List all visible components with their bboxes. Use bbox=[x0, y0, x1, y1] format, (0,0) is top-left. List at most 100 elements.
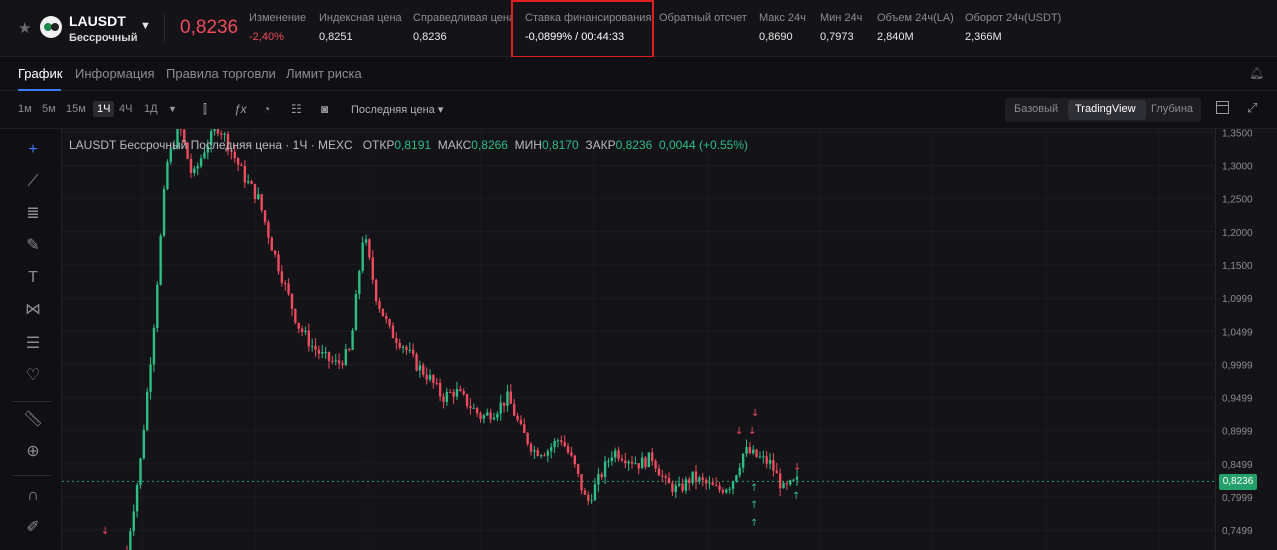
candle-body bbox=[327, 352, 331, 362]
favorite-star-icon[interactable]: ★ bbox=[18, 19, 31, 37]
timeframe-15m[interactable]: 15м bbox=[66, 103, 86, 115]
candle-body bbox=[452, 392, 455, 397]
ruler-icon[interactable]: 📏︎ bbox=[22, 409, 44, 431]
timeframe-4h[interactable]: 4Ч bbox=[119, 103, 132, 115]
candle-body bbox=[250, 181, 253, 184]
stat-value-fair-price: 0,8236 bbox=[413, 31, 447, 43]
candle-body bbox=[667, 477, 671, 484]
candle-body bbox=[566, 446, 570, 453]
candle-body bbox=[307, 330, 311, 347]
camera-icon[interactable]: ◙ bbox=[321, 102, 328, 116]
candle-body bbox=[772, 460, 775, 471]
trend-line-icon[interactable]: ⟋ bbox=[22, 171, 44, 193]
stat-label-volume-24h: Объем 24ч(LA) bbox=[877, 12, 954, 24]
layout-icon[interactable] bbox=[1216, 101, 1229, 114]
timeframe-5m[interactable]: 5м bbox=[42, 103, 56, 115]
candle-body bbox=[570, 452, 573, 456]
trade-marker-arrow: ↑ bbox=[750, 500, 758, 511]
zoom-in-icon[interactable]: ⊕ bbox=[22, 441, 44, 463]
candle-body bbox=[398, 342, 401, 348]
view-tradingview[interactable]: TradingView bbox=[1075, 103, 1136, 115]
timeframe-1m[interactable]: 1м bbox=[18, 103, 32, 115]
candle-body bbox=[435, 382, 438, 384]
candle-body bbox=[449, 391, 452, 393]
fullscreen-icon[interactable]: ⤢ bbox=[1247, 100, 1257, 116]
candle-body bbox=[132, 511, 135, 532]
candle-body bbox=[240, 164, 243, 166]
candlestick-chart[interactable]: ↓ ↓ ↓ ↓ ↓ ↑ ↑ ↑ ↑ bbox=[62, 129, 1215, 550]
crosshair-icon[interactable]: + bbox=[22, 139, 44, 161]
view-depth[interactable]: Глубина bbox=[1151, 103, 1193, 115]
lock-pencil-icon[interactable]: ✐ bbox=[22, 517, 44, 539]
candle-body bbox=[523, 424, 526, 434]
candle-body bbox=[725, 489, 728, 493]
pattern-icon[interactable]: ⋈ bbox=[22, 299, 44, 321]
candle-body bbox=[553, 441, 556, 448]
stat-label-high-24h: Макс 24ч bbox=[759, 12, 806, 24]
tab-risk-limit[interactable]: Лимит риска bbox=[286, 66, 362, 81]
candle-body bbox=[344, 349, 348, 365]
fib-lines-icon[interactable]: ≣ bbox=[22, 203, 44, 225]
candle-body bbox=[263, 210, 267, 223]
timeframe-1h[interactable]: 1Ч bbox=[93, 101, 115, 117]
timeframe-1d[interactable]: 1Д bbox=[144, 103, 158, 115]
symbol-name[interactable]: LAUSDT bbox=[69, 13, 126, 29]
price-tick-label: 1,0499 bbox=[1222, 327, 1253, 338]
heart-icon[interactable]: ♡ bbox=[22, 365, 44, 387]
candle-body bbox=[560, 440, 563, 443]
candle-body bbox=[684, 479, 688, 491]
candle-body bbox=[361, 242, 364, 272]
candle-body bbox=[337, 360, 341, 364]
chart-area[interactable]: ↓ ↓ ↓ ↓ ↓ ↑ ↑ ↑ ↑ bbox=[62, 129, 1215, 550]
candle-body bbox=[321, 352, 324, 354]
legend-open: 0,8191 bbox=[394, 138, 432, 152]
candle-body bbox=[152, 327, 156, 365]
divider bbox=[164, 13, 165, 43]
candle-body bbox=[135, 484, 139, 512]
candle-body bbox=[351, 330, 354, 350]
price-tick-label: 1,2000 bbox=[1222, 228, 1253, 239]
symbol-dropdown-caret-icon[interactable]: ▼ bbox=[140, 20, 151, 32]
price-type-select[interactable]: Последняя цена ▾ bbox=[351, 103, 443, 116]
brush-icon[interactable]: ✎ bbox=[22, 235, 44, 257]
magnet-icon[interactable]: ∩ bbox=[22, 485, 44, 507]
candle-body bbox=[257, 194, 260, 199]
tab-chart[interactable]: График bbox=[18, 66, 62, 81]
view-switch: Базовый TradingView Глубина bbox=[1005, 98, 1201, 122]
more-timeframes-caret-icon[interactable]: ▼ bbox=[168, 104, 177, 114]
candle-body bbox=[624, 460, 627, 464]
candle-body bbox=[671, 483, 674, 493]
candle-body bbox=[785, 483, 789, 485]
legend-low: 0,8170 bbox=[541, 138, 579, 152]
candle-body bbox=[139, 458, 142, 485]
candle-body bbox=[462, 390, 465, 395]
candle-body bbox=[647, 452, 651, 468]
indicators-icon[interactable]: ƒx bbox=[234, 102, 247, 116]
text-icon[interactable]: T bbox=[22, 267, 44, 289]
view-basic[interactable]: Базовый bbox=[1014, 103, 1058, 115]
candle-body bbox=[146, 391, 149, 431]
drawing-tools-sidebar: + ⟋ ≣ ✎ T ⋈ ☰ ♡ 📏︎ ⊕ ∩ ✐ bbox=[0, 129, 62, 550]
parallel-channel-icon[interactable]: ☰ bbox=[22, 333, 44, 355]
candle-body bbox=[199, 158, 203, 167]
candle-body bbox=[142, 430, 146, 459]
price-type-label: Последняя цена bbox=[351, 104, 435, 116]
candle-body bbox=[755, 449, 758, 457]
gauge-icon[interactable]: ◔ bbox=[263, 102, 270, 116]
candle-body bbox=[526, 433, 529, 444]
candle-type-icon[interactable]: ⫿ bbox=[203, 102, 207, 117]
price-tick-label: 1,0999 bbox=[1222, 294, 1253, 305]
candle-body bbox=[455, 389, 459, 397]
candle-body bbox=[159, 235, 162, 285]
legend-title: LAUSDT Бессрочный Последняя цена · 1Ч · … bbox=[69, 138, 353, 152]
templates-icon[interactable]: ☷ bbox=[291, 102, 302, 116]
candle-body bbox=[482, 415, 486, 419]
candle-body bbox=[516, 415, 519, 420]
candle-body bbox=[583, 490, 587, 495]
candle-body bbox=[166, 161, 169, 190]
candle-body bbox=[677, 483, 681, 486]
price-tick-label: 1,1500 bbox=[1222, 261, 1253, 272]
tab-info[interactable]: Информация bbox=[75, 66, 155, 81]
bell-icon[interactable]: 🔔︎ bbox=[1249, 66, 1264, 80]
tab-trading-rules[interactable]: Правила торговли bbox=[166, 66, 276, 81]
